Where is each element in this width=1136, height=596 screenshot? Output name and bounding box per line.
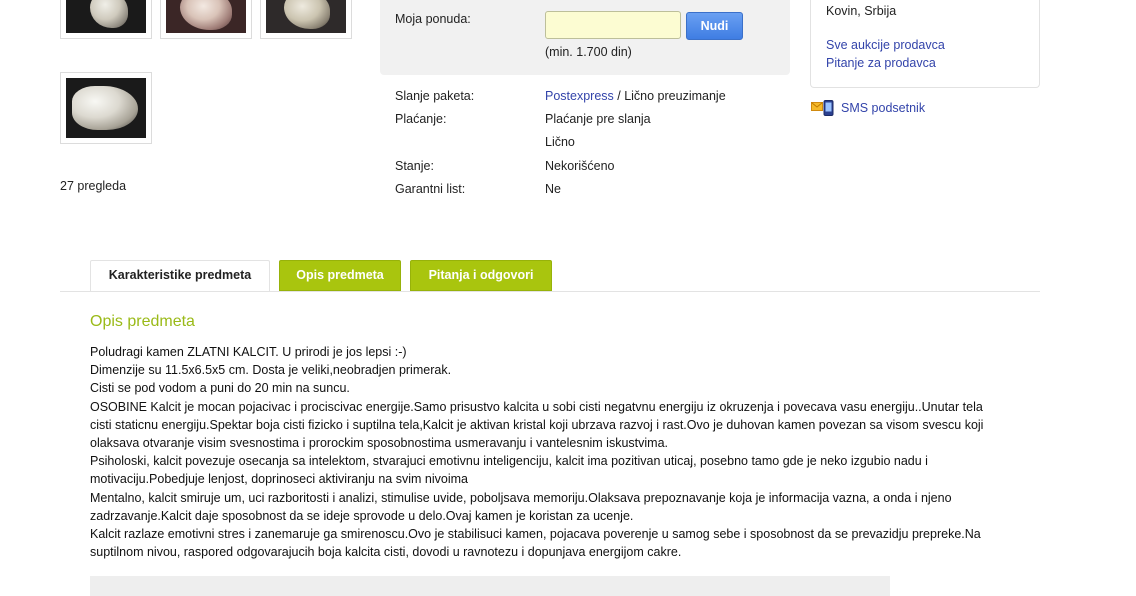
- tab-divider: [60, 291, 1040, 292]
- thumbnail-2[interactable]: [160, 0, 252, 39]
- thumbnail-1[interactable]: [60, 0, 152, 39]
- views-count: 27 pregleda: [60, 179, 127, 193]
- shipping-separator: /: [613, 89, 625, 103]
- payment-value-2: Lično: [545, 135, 575, 149]
- description-line: Mentalno, kalcit smiruje um, uci razbori…: [90, 490, 952, 523]
- tab-questions[interactable]: Pitanja i odgovori: [410, 260, 552, 291]
- warranty-label: Garantni list:: [395, 182, 466, 196]
- bid-panel: Moja ponuda: Nudi (min. 1.700 din): [380, 0, 790, 75]
- seller-auctions-link[interactable]: Sve aukcije prodavca: [826, 38, 945, 52]
- shipping-label: Slanje paketa:: [395, 89, 475, 103]
- stone-photo-2: [166, 0, 246, 33]
- stone-photo-3: [266, 0, 346, 33]
- postexpress-link[interactable]: Postexpress: [545, 89, 614, 103]
- bid-minimum: (min. 1.700 din): [545, 45, 632, 59]
- stone-photo-1: [66, 0, 146, 33]
- shipping-value: Postexpress / Lično preuzimanje: [545, 89, 726, 103]
- description-title: Opis predmeta: [90, 313, 195, 330]
- warranty-value: Ne: [545, 182, 561, 196]
- description-line: Poludragi kamen ZLATNI KALCIT. U prirodi…: [90, 345, 407, 359]
- tab-features[interactable]: Karakteristike predmeta: [90, 260, 270, 292]
- bid-button[interactable]: Nudi: [686, 12, 743, 40]
- sms-phone-icon: [811, 100, 834, 116]
- condition-value: Nekorišćeno: [545, 159, 615, 173]
- payment-label: Plaćanje:: [395, 112, 447, 126]
- bid-label: Moja ponuda:: [395, 12, 471, 26]
- ask-seller-link[interactable]: Pitanje za prodavca: [826, 56, 936, 70]
- description-line: Psiholoski, kalcit povezuje osecanja sa …: [90, 454, 928, 487]
- description-line: Dimenzije su 11.5x6.5x5 cm. Dosta je vel…: [90, 363, 452, 378]
- description-body: Poludragi kamen ZLATNI KALCIT. U prirodi…: [90, 343, 1000, 561]
- seller-location: Kovin, Srbija: [826, 4, 897, 18]
- bid-input[interactable]: [545, 11, 681, 39]
- payment-value-1: Plaćanje pre slanja: [545, 112, 651, 126]
- seller-panel: Kovin, Srbija Sve aukcije prodavca Pitan…: [810, 0, 1040, 88]
- thumbnail-3[interactable]: [260, 0, 352, 39]
- description-line: Kalcit razlaze emotivni stres i zanemaru…: [90, 527, 981, 560]
- thumbnail-4[interactable]: [60, 72, 152, 144]
- tab-description[interactable]: Opis predmeta: [279, 260, 401, 291]
- condition-label: Stanje:: [395, 159, 434, 173]
- description-line: OSOBINE Kalcit je mocan pojacivac i proc…: [90, 399, 984, 451]
- description-line: Cisti se pod vodom a puni do 20 min na s…: [90, 381, 350, 396]
- stone-photo-4: [66, 78, 146, 138]
- sms-link[interactable]: SMS podsetnik: [841, 101, 925, 115]
- shipping-pickup: Lično preuzimanje: [624, 89, 726, 103]
- bottom-panel: [90, 576, 890, 596]
